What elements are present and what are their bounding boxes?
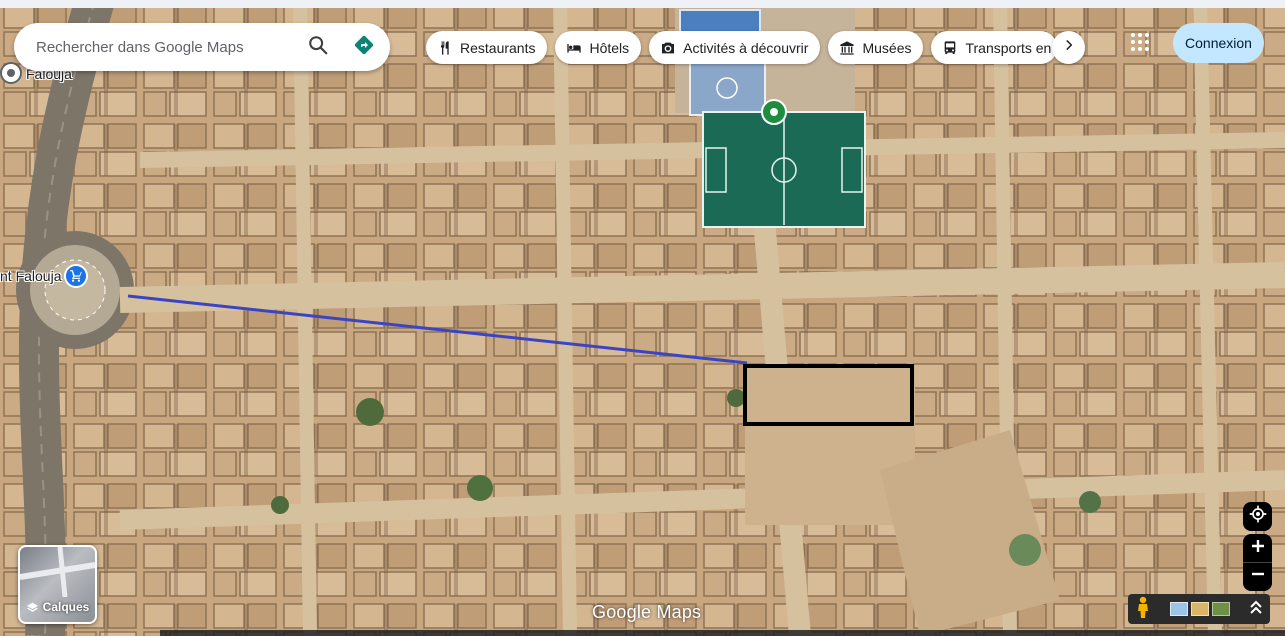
zoom-out-button[interactable] — [1243, 563, 1272, 591]
apps-grid-icon — [1130, 32, 1150, 57]
museum-icon — [838, 39, 856, 57]
category-chips: Restaurants Hôtels Activités à découvrir… — [426, 31, 1058, 64]
layers-preview — [20, 547, 95, 597]
top-strip — [0, 0, 1285, 8]
chip-label: Hôtels — [589, 39, 630, 56]
plus-icon — [1251, 539, 1265, 558]
expand-controls-button[interactable] — [1242, 594, 1270, 624]
directions-button[interactable] — [344, 27, 384, 67]
bed-icon — [565, 39, 583, 57]
my-location-button[interactable] — [1243, 502, 1272, 531]
chips-scroll-right-button[interactable] — [1052, 31, 1085, 64]
chip-restaurants[interactable]: Restaurants — [426, 31, 548, 64]
chip-label: Musées — [862, 39, 912, 56]
imagery-thumb-terrain-icon — [1191, 602, 1209, 616]
chip-label: Transports en — [965, 39, 1052, 56]
camera-icon — [659, 39, 677, 57]
chip-museums[interactable]: Musées — [828, 31, 924, 64]
bottom-map-controls — [1128, 594, 1270, 624]
chip-hotels[interactable]: Hôtels — [555, 31, 642, 64]
place-label-nt-falouja[interactable]: nt Falouja — [0, 268, 61, 284]
google-maps-logo: Google Maps — [592, 602, 702, 622]
sports-field-pin-icon[interactable] — [761, 99, 787, 125]
bus-icon — [941, 39, 959, 57]
search-input[interactable] — [36, 27, 298, 67]
layers-button[interactable]: Calques — [18, 545, 97, 624]
fork-knife-icon — [436, 39, 454, 57]
search-button[interactable] — [298, 27, 338, 67]
minus-icon — [1251, 567, 1265, 586]
chip-transport[interactable]: Transports en — [931, 31, 1058, 64]
double-chevron-up-icon — [1250, 600, 1262, 619]
google-apps-button[interactable] — [1126, 30, 1154, 58]
imagery-thumbnails[interactable] — [1158, 594, 1242, 624]
layers-icon — [26, 601, 39, 614]
login-button[interactable]: Connexion — [1173, 23, 1264, 63]
my-location-icon — [1248, 504, 1268, 529]
search-box[interactable] — [14, 23, 390, 71]
pegman-icon — [1136, 596, 1150, 623]
chip-activities[interactable]: Activités à découvrir — [649, 31, 821, 64]
place-pin-icon[interactable] — [0, 62, 22, 84]
attribution-bar — [160, 630, 1285, 636]
zoom-controls — [1243, 534, 1272, 591]
street-view-pegman-button[interactable] — [1128, 594, 1158, 624]
search-icon — [307, 34, 329, 61]
directions-icon — [352, 33, 376, 62]
chip-label: Restaurants — [460, 39, 536, 56]
shopping-cart-icon[interactable] — [64, 264, 88, 288]
imagery-thumb-globe-icon — [1170, 602, 1188, 616]
zoom-in-button[interactable] — [1243, 535, 1272, 563]
satellite-map[interactable] — [0, 0, 1285, 636]
chevron-right-icon — [1062, 38, 1076, 57]
chip-label: Activités à découvrir — [683, 39, 809, 56]
imagery-thumb-vegetation-icon — [1212, 602, 1230, 616]
layers-label: Calques — [42, 600, 90, 614]
